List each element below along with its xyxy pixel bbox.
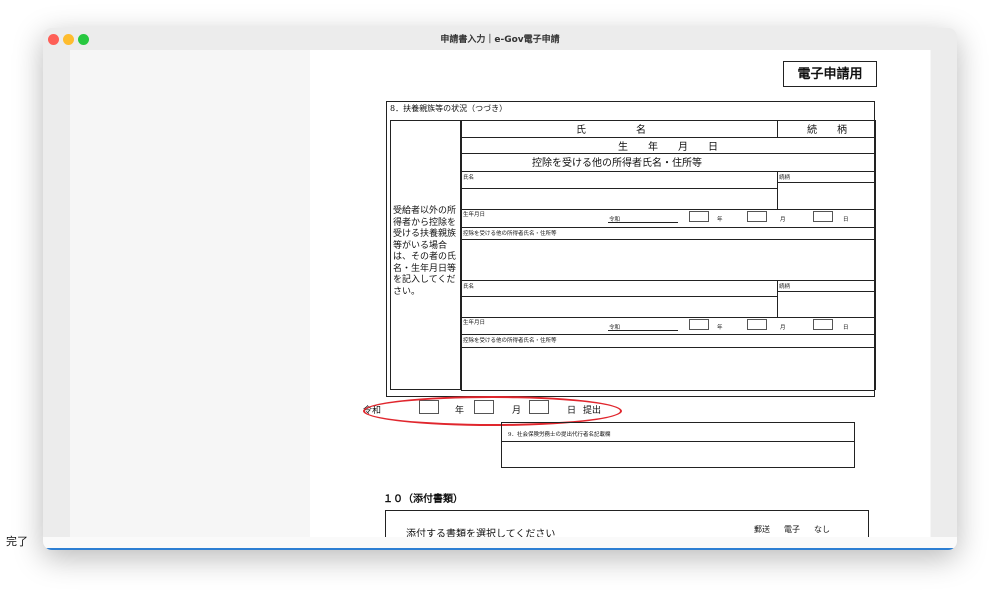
entry1-month-input[interactable]	[747, 211, 767, 222]
header-other: 控除を受ける他の所得者氏名・住所等	[532, 158, 702, 169]
entry1-month-unit: 月	[780, 217, 786, 223]
electronic-application-stamp: 電子申請用	[783, 61, 877, 87]
table-line	[777, 291, 875, 292]
entry1-year-unit: 年	[717, 217, 723, 223]
left-margin	[43, 50, 70, 537]
entry1-relation-label: 続柄	[779, 175, 791, 181]
entry2-day-unit: 日	[843, 325, 849, 331]
table-line	[777, 280, 778, 317]
title-bar: 申請書入力｜e-Gov電子申請	[43, 28, 957, 50]
table-line	[461, 390, 875, 391]
table-line	[461, 239, 875, 240]
window-title: 申請書入力｜e-Gov電子申請	[440, 35, 560, 45]
right-margin	[931, 50, 957, 537]
table-line	[608, 222, 678, 223]
section-10-title: １０（添付書類）	[383, 494, 463, 505]
entry1-day-unit: 日	[843, 217, 849, 223]
entry2-month-unit: 月	[780, 325, 786, 331]
status-bar	[43, 537, 957, 550]
section-9-label: 9．社会保険労務士の提出代行者名記載欄	[508, 432, 611, 438]
table-line	[461, 209, 875, 210]
section-9-input[interactable]	[502, 442, 854, 467]
table-line	[461, 317, 875, 318]
table-line	[461, 296, 777, 297]
entry2-other-label: 控除を受ける他の所得者氏名・住所等	[463, 338, 557, 344]
attachment-box: 添付する書類を選択してください 郵送 電子 なし	[385, 510, 869, 537]
table-line	[777, 171, 778, 209]
header-name: 氏 名	[576, 125, 646, 136]
entry2-month-input[interactable]	[747, 319, 767, 330]
attach-option-mail[interactable]: 郵送	[754, 524, 770, 535]
entry1-year-input[interactable]	[689, 211, 709, 222]
table-line	[461, 120, 462, 390]
table-line	[461, 227, 875, 228]
dependents-instruction: 受給者以外の所得者から控除を受ける扶養親族等がいる場合は、その者の氏名・生年月日…	[393, 206, 457, 297]
entry1-day-input[interactable]	[813, 211, 833, 222]
header-relation: 続 柄	[807, 125, 847, 136]
header-birth: 生 年 月 日	[618, 142, 718, 153]
entry2-year-unit: 年	[717, 325, 723, 331]
table-line	[461, 188, 777, 189]
attachment-prompt: 添付する書類を選択してください	[406, 529, 556, 537]
entry1-name-label: 氏名	[463, 175, 475, 181]
table-line	[461, 280, 875, 281]
entry2-year-input[interactable]	[689, 319, 709, 330]
table-line	[777, 182, 875, 183]
section-8-title: 8．扶養親族等の状況（つづき）	[390, 104, 508, 113]
entry2-birth-label: 生年月日	[463, 320, 486, 326]
entry2-name-label: 氏名	[463, 284, 475, 290]
attach-option-none[interactable]: なし	[814, 524, 830, 535]
table-line	[461, 347, 875, 348]
entry1-other-label: 控除を受ける他の所得者氏名・住所等	[463, 231, 557, 237]
app-window: 申請書入力｜e-Gov電子申請 電子申請用 8．扶養親族等の状況（つづき） 受給…	[43, 28, 957, 550]
table-line	[461, 171, 875, 172]
entry2-day-input[interactable]	[813, 319, 833, 330]
entry2-relation-label: 続柄	[779, 284, 791, 290]
status-text: 完了	[6, 535, 28, 548]
attach-option-electronic[interactable]: 電子	[784, 524, 800, 535]
table-line	[777, 120, 778, 137]
form-page: 電子申請用 8．扶養親族等の状況（つづき） 受給者以外の所得者から控除を受ける扶…	[310, 50, 930, 537]
table-line	[875, 120, 876, 390]
table-line	[608, 330, 678, 331]
table-line	[461, 334, 875, 335]
entry1-birth-label: 生年月日	[463, 212, 486, 218]
